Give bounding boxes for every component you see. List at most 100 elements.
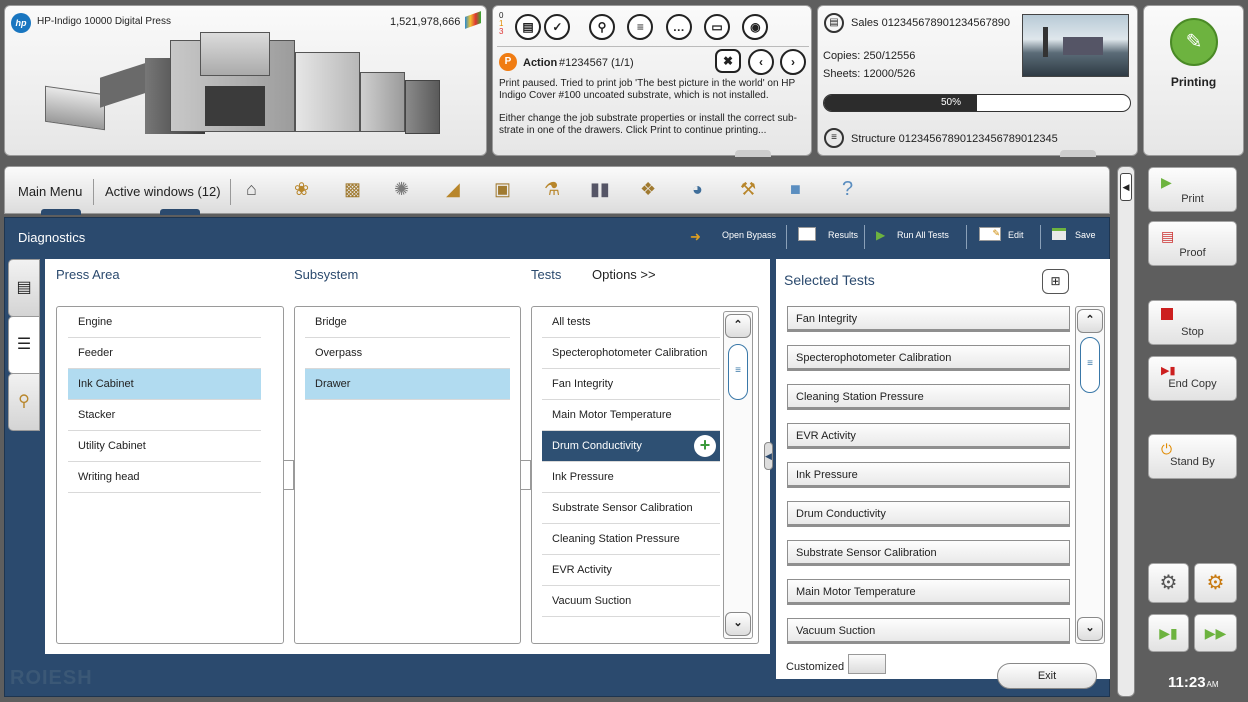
- jobs-icon[interactable]: ▣: [494, 178, 511, 200]
- tests-scrollbar[interactable]: ⌃ ≡ ⌄: [723, 311, 753, 639]
- list-item[interactable]: Main Motor Temperature: [542, 400, 720, 431]
- tab-overview-icon[interactable]: ▤: [8, 259, 40, 317]
- help-icon[interactable]: ?: [842, 178, 853, 200]
- job-thumbnail[interactable]: [1022, 14, 1129, 77]
- scroll-down-button[interactable]: ⌄: [725, 612, 751, 636]
- edit-button[interactable]: Edit: [1008, 230, 1024, 240]
- sync-settings-button[interactable]: ⚙: [1194, 563, 1237, 603]
- edit-icon[interactable]: ✎: [979, 227, 1001, 241]
- list-item[interactable]: Main Motor Temperature: [787, 579, 1070, 605]
- results-icon[interactable]: [798, 227, 816, 241]
- list-item[interactable]: Engine: [68, 307, 261, 338]
- main-menu-button[interactable]: Main Menu: [18, 184, 82, 199]
- press-status-icon[interactable]: ❀: [294, 178, 309, 200]
- close-action-button[interactable]: ✖: [715, 49, 741, 73]
- active-windows-button[interactable]: Active windows (12): [105, 184, 221, 199]
- settings-button[interactable]: ⚙: [1148, 563, 1189, 603]
- proof-button[interactable]: ▤ Proof: [1148, 221, 1237, 266]
- target-icon[interactable]: ◉: [742, 14, 769, 40]
- service-icon[interactable]: ⚒: [740, 178, 756, 200]
- list-item[interactable]: Substrate Sensor Calibration: [542, 493, 720, 524]
- list-item[interactable]: Vacuum Suction: [542, 586, 720, 617]
- list-item[interactable]: Utility Cabinet: [68, 431, 261, 462]
- list-item[interactable]: Stacker: [68, 400, 261, 431]
- fast-forward-button[interactable]: ▶▶: [1194, 614, 1237, 652]
- end-copy-button[interactable]: ▶▮ End Copy: [1148, 356, 1237, 401]
- save-button[interactable]: Save: [1075, 230, 1096, 240]
- list-item[interactable]: Ink Pressure: [542, 462, 720, 493]
- scroll-down-button[interactable]: ⌄: [1077, 617, 1103, 641]
- power-icon: ⏻: [1161, 441, 1173, 457]
- job-list-icon[interactable]: ▤: [515, 14, 541, 40]
- list-item[interactable]: Feeder: [68, 338, 261, 369]
- list-item[interactable]: Overpass: [305, 338, 510, 369]
- open-bypass-icon[interactable]: ➜: [690, 229, 701, 245]
- list-item[interactable]: Ink Pressure: [787, 462, 1070, 488]
- factory-icon[interactable]: ▮▮: [590, 178, 610, 200]
- list-item[interactable]: All tests: [542, 307, 720, 338]
- chat-icon[interactable]: …: [665, 14, 692, 40]
- list-item[interactable]: Drum Conductivity +: [542, 431, 720, 462]
- next-action-button[interactable]: ›: [780, 49, 806, 75]
- selected-scrollbar[interactable]: ⌃ ≡ ⌄: [1075, 306, 1105, 644]
- window-scroll-rail[interactable]: ◀: [1117, 166, 1135, 697]
- tab-search-icon[interactable]: ⚲: [8, 373, 40, 431]
- exit-button[interactable]: Exit: [997, 663, 1097, 689]
- open-bypass-button[interactable]: Open Bypass: [722, 230, 776, 240]
- subsystem-list: Bridge Overpass Drawer: [294, 306, 521, 644]
- maintenance-icon[interactable]: ✓: [544, 14, 571, 40]
- job-progress-label: 50%: [940, 97, 961, 108]
- drum-icon[interactable]: ◕: [692, 178, 703, 200]
- grid-view-icon[interactable]: ⊞: [1042, 269, 1069, 294]
- action-message-2: Either change the job substrate properti…: [499, 113, 797, 136]
- expand-handle[interactable]: [1060, 150, 1096, 157]
- color-icon[interactable]: ❖: [640, 178, 656, 200]
- list-item[interactable]: Substrate Sensor Calibration: [787, 540, 1070, 566]
- list-item[interactable]: Fan Integrity: [787, 306, 1070, 332]
- list-item[interactable]: Specterophotometer Calibration: [542, 338, 720, 369]
- prev-action-button[interactable]: ‹: [748, 49, 774, 75]
- options-button[interactable]: Options >>: [592, 267, 656, 282]
- add-test-icon[interactable]: +: [694, 435, 716, 457]
- expand-handle[interactable]: [735, 150, 771, 157]
- ink-icon[interactable]: ▩: [344, 178, 361, 200]
- list-item[interactable]: Drawer: [305, 369, 510, 400]
- monitor-icon[interactable]: ▭: [704, 14, 731, 40]
- scroll-up-button[interactable]: ⌃: [725, 314, 751, 338]
- printing-status-icon[interactable]: ✎: [1170, 18, 1218, 66]
- list-item[interactable]: Fan Integrity: [542, 369, 720, 400]
- run-icon[interactable]: ▶: [876, 228, 885, 242]
- list-item[interactable]: Writing head: [68, 462, 261, 493]
- maintenance-tools-icon[interactable]: ✺: [394, 178, 409, 200]
- run-all-tests-button[interactable]: Run All Tests: [897, 230, 949, 240]
- customized-tab[interactable]: [848, 654, 886, 674]
- scroll-up-button[interactable]: ⌃: [1077, 309, 1103, 333]
- collapse-handle[interactable]: ◀: [764, 442, 773, 470]
- list-item[interactable]: Bridge: [305, 307, 510, 338]
- results-button[interactable]: Results: [828, 230, 858, 240]
- document-icon[interactable]: ≡: [627, 14, 654, 40]
- list-item[interactable]: Drum Conductivity: [787, 501, 1070, 527]
- messages-icon[interactable]: ■: [790, 178, 801, 200]
- action-flag-icon: P: [499, 53, 517, 71]
- satellite-icon[interactable]: ⚲: [589, 14, 615, 40]
- list-item[interactable]: Cleaning Station Pressure: [787, 384, 1070, 410]
- stop-button[interactable]: Stop: [1148, 300, 1237, 345]
- list-item[interactable]: EVR Activity: [787, 423, 1070, 449]
- step-forward-button[interactable]: ▶▮: [1148, 614, 1189, 652]
- save-icon[interactable]: [1052, 228, 1066, 240]
- home-icon[interactable]: ⌂: [246, 178, 257, 200]
- list-item[interactable]: Specterophotometer Calibration: [787, 345, 1070, 371]
- list-item[interactable]: Cleaning Station Pressure: [542, 524, 720, 555]
- calibration-icon[interactable]: ⚗: [544, 178, 560, 200]
- tab-tree-icon[interactable]: ☰: [8, 316, 40, 374]
- list-item[interactable]: Ink Cabinet: [68, 369, 261, 400]
- play-icon: ▶: [1161, 174, 1172, 190]
- stand-by-button[interactable]: ⏻ Stand By: [1148, 434, 1237, 479]
- print-button[interactable]: ▶ Print: [1148, 167, 1237, 212]
- list-item[interactable]: EVR Activity: [542, 555, 720, 586]
- scroll-thumb[interactable]: ≡: [1080, 337, 1100, 393]
- list-item[interactable]: Vacuum Suction: [787, 618, 1070, 644]
- scroll-thumb[interactable]: ≡: [728, 344, 748, 400]
- substrate-icon[interactable]: ◢: [446, 178, 460, 200]
